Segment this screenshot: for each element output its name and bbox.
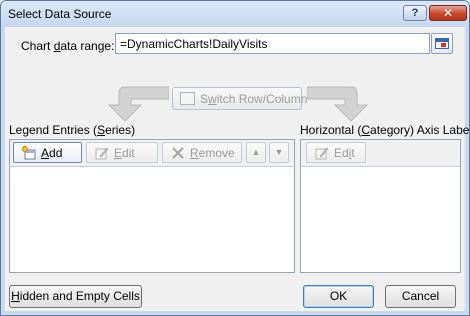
add-series-label: Add (41, 146, 63, 160)
close-button[interactable]: ✕ (429, 5, 467, 21)
axis-labels-list[interactable] (301, 167, 460, 272)
window-title: Select Data Source (8, 7, 112, 21)
switch-row-column-icon (180, 92, 195, 105)
remove-series-label: Remove (190, 146, 235, 160)
legend-entries-label: Legend Entries (Series) (9, 123, 136, 137)
edit-axis-labels-label: Edit (334, 146, 355, 160)
edit-axis-labels-icon (315, 147, 329, 160)
select-data-source-dialog: Select Data Source ? ✕ Chart data range:… (0, 0, 470, 316)
ok-label: OK (329, 289, 348, 303)
edit-series-button[interactable]: Edit (86, 142, 158, 163)
add-series-icon (22, 146, 36, 160)
edit-axis-labels-button[interactable]: Edit (306, 142, 366, 163)
edit-series-label: Edit (114, 146, 135, 160)
cancel-button[interactable]: Cancel (385, 285, 456, 308)
move-up-button[interactable]: ▲ (246, 142, 266, 163)
chart-data-range-input[interactable]: =DynamicCharts!DailyVisits (115, 33, 430, 54)
switch-row-column-button[interactable]: Switch Row/Column (172, 87, 307, 110)
close-icon: ✕ (442, 6, 454, 20)
axis-toolbar: Edit (301, 140, 460, 167)
hidden-empty-cells-button[interactable]: Hidden and Empty Cells (9, 285, 142, 308)
help-button[interactable]: ? (403, 5, 427, 21)
edit-series-icon (95, 147, 109, 160)
left-curved-arrow-icon (107, 86, 169, 122)
axis-labels-panel: Edit (300, 139, 461, 273)
dialog-body: Chart data range: =DynamicCharts!DailyVi… (5, 27, 470, 311)
range-select-icon (435, 38, 449, 49)
hidden-empty-cells-label: Hidden and Empty Cells (11, 289, 140, 303)
ok-button[interactable]: OK (303, 285, 374, 308)
cancel-label: Cancel (401, 289, 440, 303)
move-down-button[interactable]: ▼ (269, 142, 289, 163)
chart-data-range-label: Chart data range: (21, 39, 115, 53)
axis-labels-label: Horizontal (Category) Axis Labels (300, 123, 470, 137)
move-up-icon: ▲ (251, 147, 261, 157)
remove-series-button[interactable]: Remove (162, 142, 242, 163)
right-curved-arrow-icon (307, 86, 369, 122)
switch-row-column-label: Switch Row/Column (200, 92, 308, 106)
move-down-icon: ▼ (274, 147, 284, 157)
help-icon: ? (411, 7, 419, 19)
legend-entries-panel: Add Edit Remove ▲ ▼ (9, 139, 295, 273)
remove-series-icon (172, 147, 184, 159)
legend-series-list[interactable] (10, 167, 294, 272)
add-series-button[interactable]: Add (13, 142, 82, 163)
title-bar[interactable]: Select Data Source ? ✕ (1, 1, 469, 27)
collapse-dialog-button[interactable] (431, 33, 453, 54)
legend-toolbar: Add Edit Remove ▲ ▼ (10, 140, 294, 167)
